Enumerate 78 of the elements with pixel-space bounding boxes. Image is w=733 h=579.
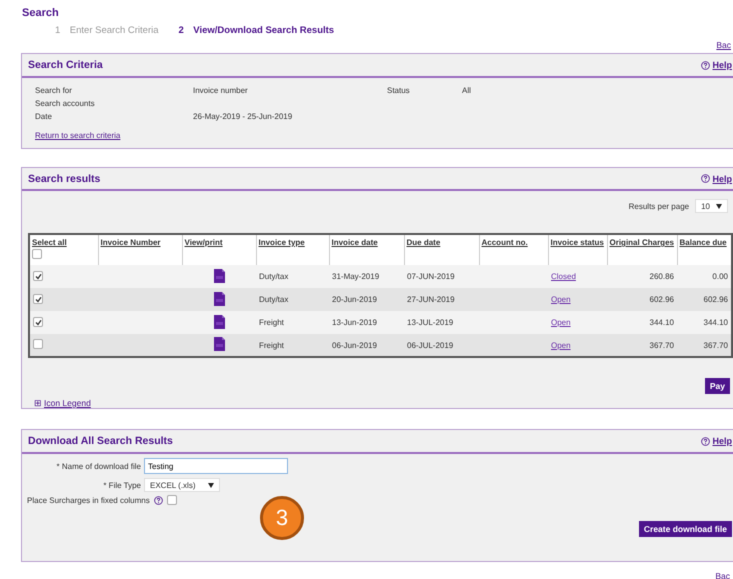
pdf-icon[interactable]	[212, 290, 226, 306]
column-header[interactable]: Invoice type	[258, 238, 305, 247]
column-header[interactable]: View/print	[184, 238, 223, 247]
table-cell: 06-Jun-2019	[332, 340, 377, 350]
caret-icon	[716, 204, 722, 208]
checkmark-icon	[34, 296, 42, 303]
help-icon	[701, 60, 710, 70]
pdf-icon[interactable]	[212, 268, 226, 284]
table-cell: 13-Jun-2019	[332, 318, 377, 327]
table-cell: Freight	[259, 340, 284, 350]
checkbox[interactable]	[33, 317, 43, 328]
wizard-step[interactable]: 2 View/Download Search Results	[178, 25, 334, 36]
table-cell: 602.96	[650, 295, 674, 304]
field-label: * File Type	[102, 480, 141, 490]
checkmark-icon	[34, 272, 42, 280]
table-cell: 13-JUL-2019	[407, 318, 454, 327]
criteria-label: Search for	[35, 86, 73, 95]
criteria-label: Date	[35, 112, 53, 121]
panel-title: Search Criteria	[28, 59, 103, 71]
checkbox[interactable]	[33, 294, 43, 304]
table-cell: 31-May-2019	[332, 272, 380, 281]
table-cell: 20-Jun-2019	[332, 295, 377, 304]
criteria-value: All	[462, 86, 472, 95]
table-cell: 07-JUN-2019	[407, 272, 455, 281]
table-cell: Freight	[259, 318, 284, 327]
status-link[interactable]: Closed	[551, 272, 576, 281]
help-icon	[154, 496, 163, 504]
pdf-icon[interactable]	[212, 314, 226, 330]
table-cell: 0.00	[712, 272, 728, 281]
table-cell: Duty/tax	[259, 295, 288, 304]
help-icon	[701, 436, 710, 446]
file-type-select[interactable]: EXCEL (.xls)	[144, 478, 220, 492]
filename-input[interactable]: Testing	[144, 458, 288, 474]
criteria-value: Invoice number	[193, 86, 249, 95]
table-cell: 260.86	[650, 272, 674, 281]
table-cell: 344.10	[704, 318, 728, 327]
column-header[interactable]: Select all	[32, 238, 67, 247]
help-link[interactable]: Help	[712, 436, 732, 446]
checkbox[interactable]	[166, 495, 177, 505]
back-link[interactable]: Bac	[715, 571, 730, 579]
status-link[interactable]: Open	[551, 340, 571, 350]
checkbox[interactable]	[33, 339, 43, 349]
column-header[interactable]: Account no.	[482, 238, 528, 247]
checkmark-icon	[34, 318, 42, 326]
criteria-label: Search accounts	[35, 99, 96, 108]
column-header[interactable]: Invoice date	[332, 238, 378, 247]
table-cell: 367.70	[704, 340, 728, 350]
panel-title: Search results	[28, 172, 100, 184]
criteria-value: 26-May-2019 - 25-Jun-2019	[193, 112, 294, 121]
help-icon	[701, 174, 710, 183]
checkbox[interactable]	[33, 271, 43, 282]
table-cell: 602.96	[704, 295, 728, 304]
field-label: * Name of download file	[56, 462, 141, 470]
return-link[interactable]: Return to search criteria	[35, 131, 120, 140]
create-download-button[interactable]: Create download file	[638, 521, 732, 537]
table-cell: 367.70	[650, 340, 674, 350]
criteria-label: Status	[387, 86, 411, 95]
page-title: Search	[21, 6, 60, 19]
help-link[interactable]: Help	[712, 174, 732, 184]
column-header[interactable]: Due date	[406, 238, 440, 247]
caret-icon	[208, 482, 214, 488]
table-cell: 27-JUN-2019	[407, 295, 455, 304]
per-page-label: Results per page	[628, 202, 690, 210]
expand-toggle[interactable]: ⊞	[34, 398, 42, 408]
status-link[interactable]: Open	[551, 295, 571, 304]
table-cell: Duty/tax	[259, 272, 288, 281]
field-label: Place Surcharges in fixed columns	[27, 496, 150, 504]
back-link[interactable]: Bac	[716, 40, 731, 53]
status-link[interactable]: Open	[551, 318, 571, 327]
help-link[interactable]: Help	[712, 60, 732, 70]
checkbox[interactable]	[32, 249, 42, 259]
per-page-select[interactable]: 10	[695, 199, 728, 213]
table-cell: 344.10	[650, 318, 674, 327]
table-cell: 06-JUL-2019	[407, 340, 454, 350]
pay-button[interactable]: Pay	[704, 378, 730, 394]
icon-legend-link[interactable]: Icon Legend	[44, 398, 91, 408]
panel-title: Download All Search Results	[28, 435, 173, 447]
pdf-icon[interactable]	[212, 336, 226, 352]
